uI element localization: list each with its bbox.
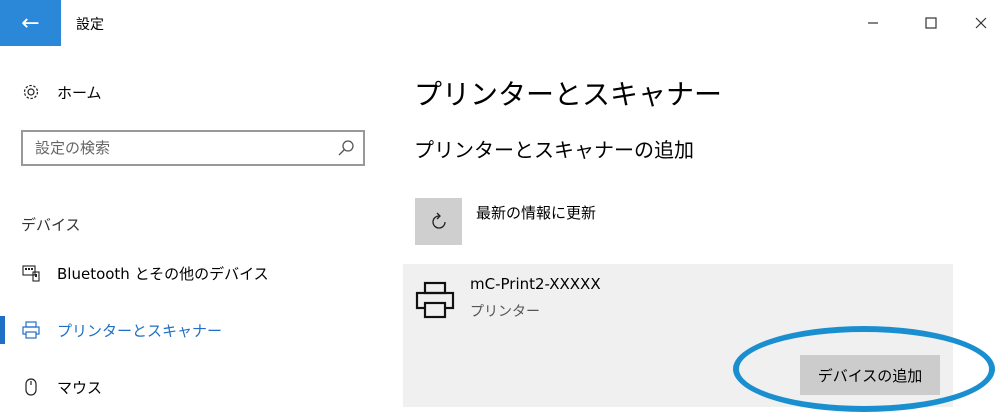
back-button[interactable]: ←	[0, 0, 61, 46]
window-title: 設定	[76, 17, 104, 33]
printer-icon	[415, 281, 455, 319]
back-arrow-icon: ←	[21, 10, 40, 36]
search-icon[interactable]	[337, 139, 355, 157]
device-type: プリンター	[470, 304, 540, 320]
section-label-devices: デバイス	[21, 216, 81, 234]
printer-icon	[21, 320, 41, 340]
sidebar-item-label: マウス	[57, 378, 103, 397]
sidebar-item-bluetooth[interactable]: Bluetooth とその他のデバイス	[21, 260, 269, 286]
title-bar: ← 設定	[0, 0, 1000, 46]
minimize-icon	[868, 22, 878, 24]
sidebar: ホーム デバイス Bluetooth とその他のデバイス	[0, 46, 385, 420]
sidebar-item-label: プリンターとスキャナー	[57, 321, 223, 340]
mouse-icon	[21, 377, 41, 397]
sidebar-item-home[interactable]: ホーム	[21, 80, 102, 104]
gear-icon	[21, 82, 41, 102]
refresh-label[interactable]: 最新の情報に更新	[476, 202, 596, 223]
sidebar-item-mouse[interactable]: マウス	[21, 374, 102, 400]
highlight-ring	[733, 326, 995, 412]
search-box	[21, 130, 365, 166]
maximize-icon	[925, 17, 937, 29]
refresh-button[interactable]	[415, 198, 462, 245]
section-title: プリンターとスキャナーの追加	[414, 138, 694, 162]
close-icon	[975, 17, 987, 29]
page-title: プリンターとスキャナー	[414, 78, 723, 111]
minimize-button[interactable]	[850, 6, 896, 40]
sidebar-item-printers[interactable]: プリンターとスキャナー	[21, 317, 222, 343]
sidebar-item-label: ホーム	[57, 83, 102, 102]
refresh-icon	[431, 212, 446, 229]
keyboard-icon	[21, 263, 41, 283]
search-input[interactable]	[23, 132, 335, 164]
sidebar-item-label: Bluetooth とその他のデバイス	[57, 264, 269, 283]
device-name: mC-Print2-XXXXX	[470, 275, 601, 293]
active-indicator	[0, 316, 5, 344]
maximize-button[interactable]	[908, 6, 954, 40]
close-button[interactable]	[958, 6, 1000, 40]
